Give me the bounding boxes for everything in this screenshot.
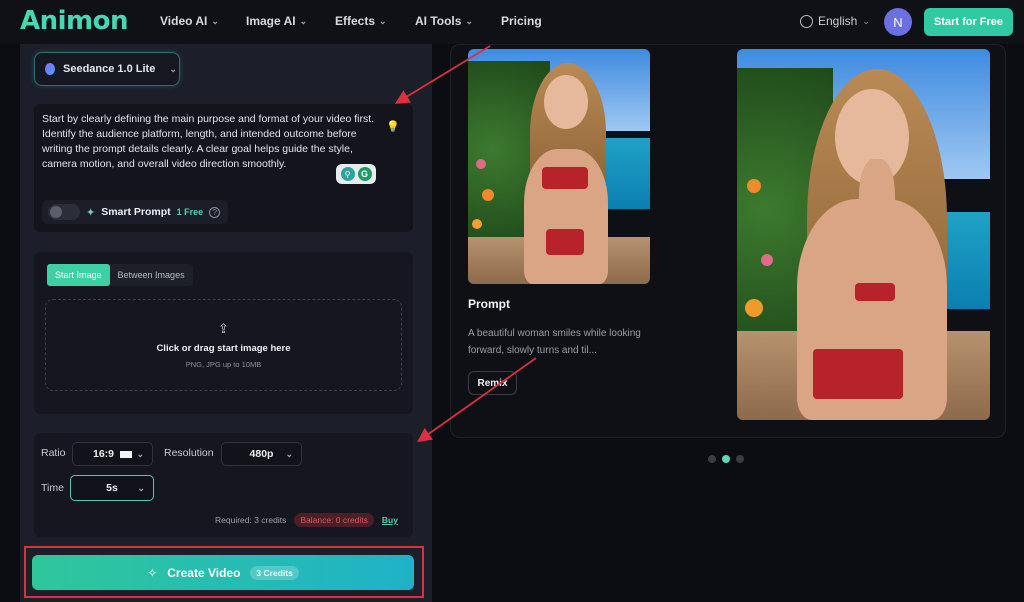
resolution-value: 480p xyxy=(249,448,274,460)
avatar[interactable]: N xyxy=(884,8,912,36)
resolution-label: Resolution xyxy=(164,447,214,459)
prompt-input[interactable]: Start by clearly defining the main purpo… xyxy=(34,104,413,232)
time-label: Time xyxy=(41,482,64,494)
ratio-value: 16:9 xyxy=(92,448,114,460)
chevron-down-icon: ⌄ xyxy=(862,15,870,26)
smart-prompt-badge: 1 Free xyxy=(176,207,204,217)
generator-panel: Seedance 1.0 Lite ⌄ Start by clearly def… xyxy=(20,44,432,602)
required-credits: Required: 3 credits xyxy=(215,515,287,525)
chevron-down-icon: ⌄ xyxy=(379,15,387,26)
nav-ai-tools[interactable]: AI Tools ⌄ xyxy=(415,14,473,28)
ratio-shape-icon xyxy=(120,450,132,458)
help-icon[interactable]: ? xyxy=(209,206,221,218)
tab-start-image[interactable]: Start Image xyxy=(47,264,110,286)
carousel-dot-active[interactable] xyxy=(722,455,730,463)
carousel-dot[interactable] xyxy=(708,455,716,463)
video-settings: Ratio 16:9 ⌄ Resolution 480p ⌄ Time 5s ⌄… xyxy=(34,433,413,537)
ratio-select[interactable]: 16:9 ⌄ xyxy=(72,442,153,466)
prompt-heading: Prompt xyxy=(468,297,510,311)
nav-video-ai[interactable]: Video AI ⌄ xyxy=(160,14,219,28)
nav-pricing-label: Pricing xyxy=(501,14,542,28)
time-value: 5s xyxy=(106,482,118,494)
nav-effects[interactable]: Effects ⌄ xyxy=(335,14,387,28)
model-label: Seedance 1.0 Lite xyxy=(63,63,156,75)
chevron-down-icon: ⌄ xyxy=(169,63,177,74)
chevron-down-icon: ⌄ xyxy=(285,448,293,459)
chevron-down-icon: ⌄ xyxy=(299,15,308,26)
credits-row: Required: 3 credits Balance: 0 credits B… xyxy=(215,513,398,527)
example-thumbnail[interactable] xyxy=(468,49,650,284)
nav-image-ai[interactable]: Image AI ⌄ xyxy=(246,14,307,28)
language-label: English xyxy=(818,14,858,28)
smart-prompt-label: Smart Prompt xyxy=(101,206,171,218)
tab-between-images[interactable]: Between Images xyxy=(110,264,193,286)
create-video-label: Create Video xyxy=(167,565,241,580)
top-nav: Animon Video AI ⌄ Image AI ⌄ Effects ⌄ AI T… xyxy=(0,0,1024,44)
carousel-dot[interactable] xyxy=(736,455,744,463)
nav-ai-tools-label: AI Tools xyxy=(415,14,462,28)
image-upload-section: Start Image Between Images ⇪ Click or dr… xyxy=(34,252,413,414)
lightbulb-icon[interactable]: 💡 xyxy=(386,120,400,133)
buy-link[interactable]: Buy xyxy=(382,515,398,525)
model-selector[interactable]: Seedance 1.0 Lite ⌄ xyxy=(34,52,180,86)
chevron-down-icon: ⌄ xyxy=(211,15,219,26)
language-selector[interactable]: English ⌄ xyxy=(800,14,870,28)
chevron-down-icon: ⌄ xyxy=(465,15,473,26)
hint-icon[interactable]: ⚲ xyxy=(340,167,355,181)
resolution-select[interactable]: 480p ⌄ xyxy=(221,442,302,466)
image-mode-tabs: Start Image Between Images xyxy=(47,264,193,286)
model-icon xyxy=(45,63,55,75)
nav-pricing[interactable]: Pricing xyxy=(501,14,542,28)
grammarly-icon[interactable]: G xyxy=(357,167,372,181)
dropzone-title: Click or drag start image here xyxy=(156,343,291,354)
chevron-down-icon: ⌄ xyxy=(136,448,144,459)
smart-prompt-row: ✦ Smart Prompt 1 Free ? xyxy=(42,200,228,224)
balance-badge: Balance: 0 credits xyxy=(294,513,374,527)
image-dropzone[interactable]: ⇪ Click or drag start image here PNG, JP… xyxy=(45,299,402,391)
prompt-description: A beautiful woman smiles while looking f… xyxy=(468,328,641,356)
showcase-card: Prompt A beautiful woman smiles while lo… xyxy=(450,44,1006,438)
sparkle-icon: ✧ xyxy=(147,565,158,580)
start-for-free-button[interactable]: Start for Free xyxy=(924,8,1013,36)
sparkle-icon: ✦ xyxy=(86,206,96,219)
smart-prompt-toggle[interactable] xyxy=(48,204,80,220)
nav-image-ai-label: Image AI xyxy=(246,14,296,28)
carousel-dots xyxy=(708,455,744,463)
nav-video-ai-label: Video AI xyxy=(160,14,208,28)
upload-icon: ⇪ xyxy=(218,321,229,336)
dropzone-subtitle: PNG, JPG up to 10MB xyxy=(185,360,262,369)
globe-icon xyxy=(800,14,813,28)
create-video-button[interactable]: ✧ Create Video 3 Credits xyxy=(32,555,414,590)
nav-effects-label: Effects xyxy=(335,14,376,28)
prompt-text[interactable]: Start by clearly defining the main purpo… xyxy=(42,112,382,172)
remix-button[interactable]: Remix xyxy=(468,371,517,395)
example-video-preview[interactable] xyxy=(737,49,990,420)
credits-badge: 3 Credits xyxy=(250,565,299,580)
logo[interactable]: Animon xyxy=(20,6,129,36)
ratio-label: Ratio xyxy=(41,447,66,459)
time-select[interactable]: 5s ⌄ xyxy=(70,475,154,501)
extension-icons: ⚲ G xyxy=(336,164,376,184)
chevron-down-icon: ⌄ xyxy=(137,482,145,493)
